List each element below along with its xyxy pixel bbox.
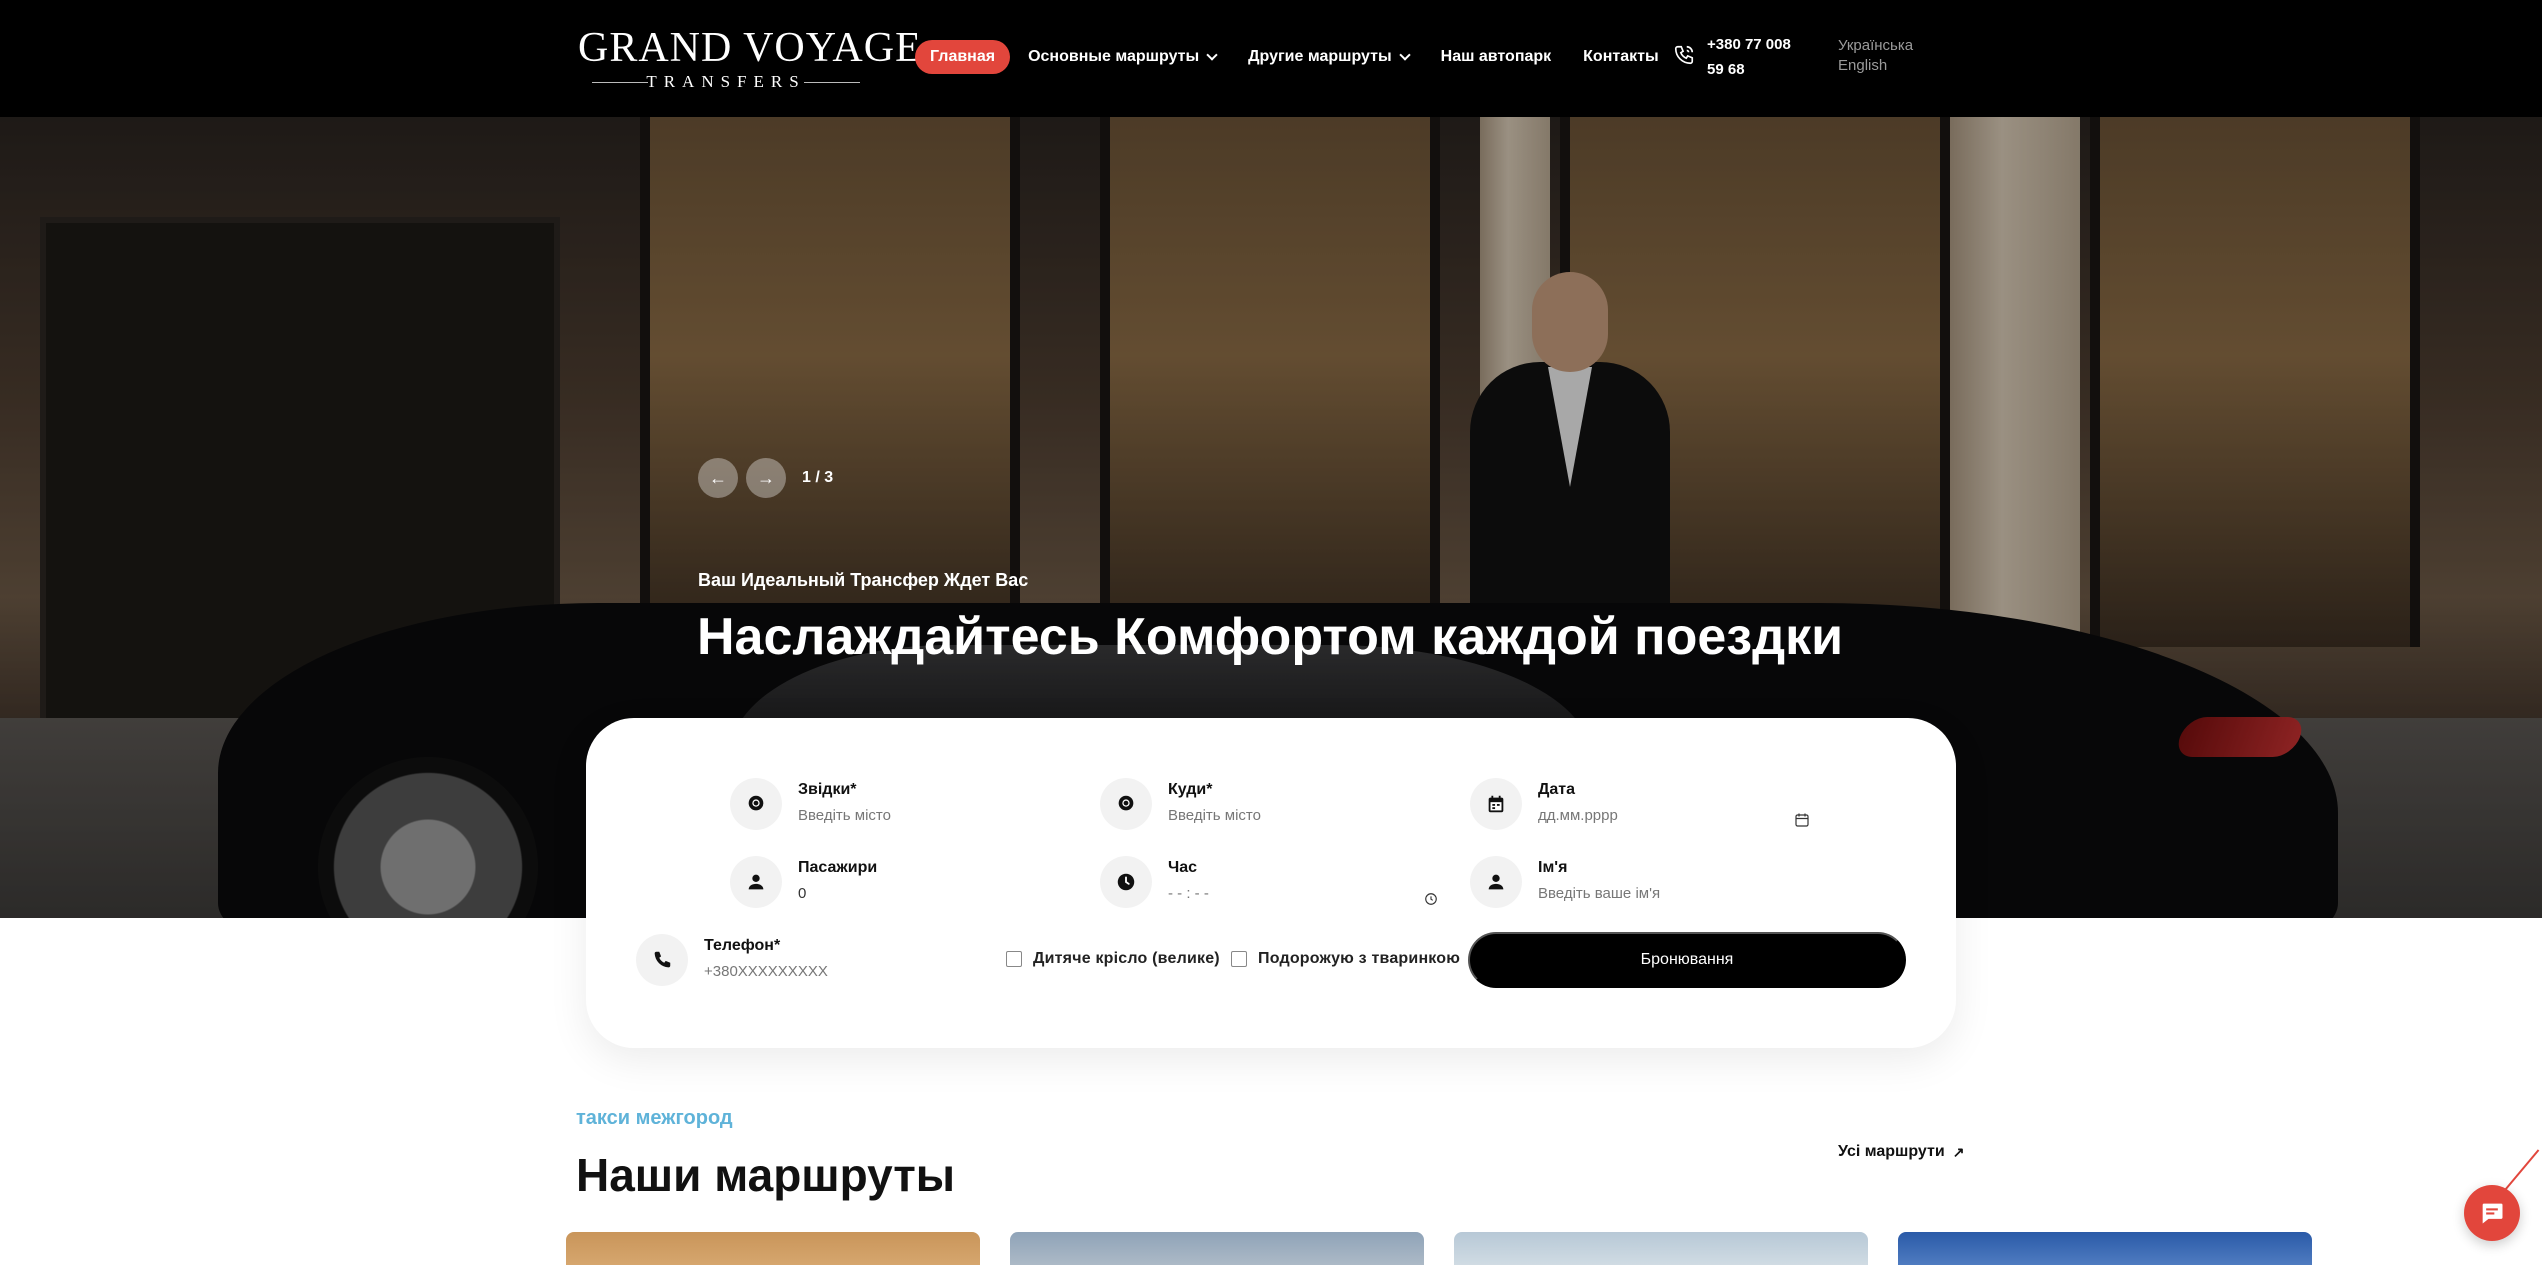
from-field: Звідки* bbox=[730, 778, 1038, 830]
phone-icon bbox=[636, 934, 688, 986]
nav-item-label: Контакты bbox=[1583, 48, 1659, 65]
person-icon bbox=[730, 856, 782, 908]
nav-item-home[interactable]: Главная bbox=[915, 40, 1011, 74]
route-card[interactable] bbox=[566, 1232, 980, 1265]
passengers-field: Пасажири bbox=[730, 856, 1038, 908]
arrow-right-icon: → bbox=[757, 467, 775, 488]
calendar-picker-icon[interactable] bbox=[1794, 812, 1810, 828]
nav-item-main-routes[interactable]: Основные маршруты bbox=[1028, 48, 1218, 66]
passengers-input[interactable] bbox=[798, 885, 1038, 902]
logo-sub-text: TRANSFERS bbox=[578, 72, 874, 92]
nav-item-label: Другие маршруты bbox=[1248, 48, 1392, 65]
hero-title: Наслаждайтесь Комфортом каждой поездки bbox=[697, 608, 1844, 666]
arrow-up-right-icon: ↗ bbox=[1952, 1143, 1965, 1160]
header-phone-number: +380 77 008 59 68 bbox=[1707, 36, 1791, 78]
date-field: Дата bbox=[1470, 778, 1810, 830]
slider-next-button[interactable]: → bbox=[746, 458, 786, 498]
child-seat-option[interactable]: Дитяче крісло (велике) bbox=[1006, 950, 1220, 968]
passengers-label: Пасажири bbox=[798, 859, 878, 876]
pet-option[interactable]: Подорожую з тваринкою bbox=[1231, 950, 1460, 968]
routes-title: Наши маршруты bbox=[576, 1149, 956, 1201]
chat-button[interactable] bbox=[2464, 1185, 2520, 1241]
arrow-left-icon: ← bbox=[709, 467, 727, 488]
date-input[interactable] bbox=[1538, 807, 1778, 824]
header-phone-link[interactable]: +380 77 008 59 68 bbox=[1673, 32, 1803, 82]
slider-controls: ← → 1 / 3 bbox=[698, 458, 833, 498]
route-card[interactable] bbox=[1898, 1232, 2312, 1265]
route-card[interactable] bbox=[1010, 1232, 1424, 1265]
logo-main-text: GRAND VOYAGE bbox=[578, 25, 922, 71]
time-label: Час bbox=[1168, 859, 1198, 876]
chat-icon bbox=[2482, 1203, 2503, 1224]
main-nav: Главная Основные маршруты Другие маршрут… bbox=[915, 40, 1691, 74]
calendar-icon bbox=[1470, 778, 1522, 830]
from-label: Звідки* bbox=[798, 781, 857, 798]
logo-sub-label: TRANSFERS bbox=[646, 72, 806, 91]
language-option-uk[interactable]: Українська bbox=[1838, 36, 1913, 56]
site-header: GRAND VOYAGE TRANSFERS Главная Основные … bbox=[0, 0, 2542, 117]
nav-item-other-routes[interactable]: Другие маршруты bbox=[1248, 48, 1411, 66]
nav-item-label: Основные маршруты bbox=[1028, 48, 1200, 65]
logo-divider bbox=[592, 82, 648, 83]
nav-item-fleet[interactable]: Наш автопарк bbox=[1441, 48, 1552, 66]
book-button[interactable]: Бронювання bbox=[1468, 932, 1906, 988]
child-seat-label: Дитяче крісло (велике) bbox=[1033, 950, 1220, 967]
route-card[interactable] bbox=[1454, 1232, 1868, 1265]
name-label: Ім'я bbox=[1538, 859, 1568, 876]
pet-checkbox[interactable] bbox=[1231, 951, 1247, 967]
chevron-down-icon bbox=[1206, 48, 1218, 61]
phone-icon bbox=[1674, 45, 1694, 65]
logo-divider bbox=[804, 82, 860, 83]
clock-icon bbox=[1100, 856, 1152, 908]
slider-prev-button[interactable]: ← bbox=[698, 458, 738, 498]
language-option-en[interactable]: English bbox=[1838, 56, 1913, 76]
clock-picker-icon[interactable] bbox=[1424, 892, 1438, 906]
nav-item-contacts[interactable]: Контакты bbox=[1583, 48, 1658, 66]
phone-input[interactable] bbox=[704, 963, 944, 980]
date-label: Дата bbox=[1538, 781, 1576, 798]
nav-item-label: Наш автопарк bbox=[1440, 48, 1552, 65]
booking-form: Звідки* Куди* Дата bbox=[586, 718, 1956, 1048]
logo[interactable]: GRAND VOYAGE TRANSFERS bbox=[578, 25, 922, 92]
nav-item-label: Главная bbox=[930, 48, 996, 65]
name-input[interactable] bbox=[1538, 885, 1778, 902]
person-icon bbox=[1470, 856, 1522, 908]
phone-label: Телефон* bbox=[704, 937, 781, 954]
location-pin-icon bbox=[730, 778, 782, 830]
chevron-down-icon bbox=[1398, 48, 1411, 61]
all-routes-link[interactable]: Усі маршрути ↗ bbox=[1838, 1143, 1964, 1161]
slide-counter: 1 / 3 bbox=[802, 469, 834, 486]
pet-label: Подорожую з тваринкою bbox=[1258, 950, 1461, 967]
hero-eyebrow: Ваш Идеальный Трансфер Ждет Вас bbox=[698, 570, 1029, 590]
phone-field: Телефон* bbox=[636, 934, 944, 986]
name-field: Ім'я bbox=[1470, 856, 1778, 908]
time-field: Час bbox=[1100, 856, 1440, 908]
to-field: Куди* bbox=[1100, 778, 1408, 830]
page: GRAND VOYAGE TRANSFERS Главная Основные … bbox=[0, 0, 2542, 1265]
to-input[interactable] bbox=[1168, 807, 1408, 824]
time-input[interactable] bbox=[1168, 885, 1408, 902]
routes-eyebrow: такси межгород bbox=[576, 1107, 733, 1129]
from-input[interactable] bbox=[798, 807, 1038, 824]
all-routes-label: Усі маршрути bbox=[1838, 1143, 1945, 1160]
to-label: Куди* bbox=[1168, 781, 1213, 798]
child-seat-checkbox[interactable] bbox=[1006, 951, 1022, 967]
language-switcher: Українська English bbox=[1838, 36, 1913, 76]
location-pin-icon bbox=[1100, 778, 1152, 830]
